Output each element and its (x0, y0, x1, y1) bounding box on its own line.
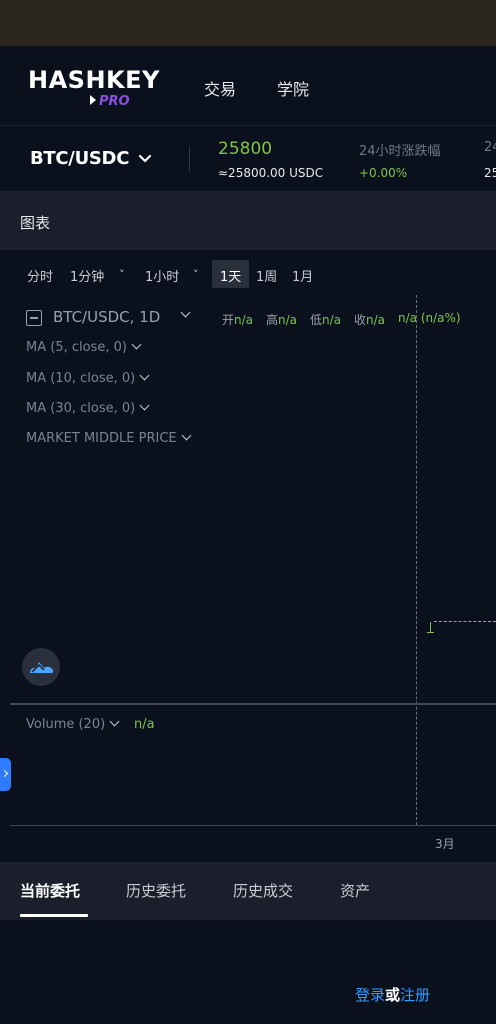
interval-time[interactable]: 分时 (27, 266, 53, 285)
ohlc-low-label: 低 (310, 313, 323, 327)
ohlc-close: 收n/a (354, 311, 385, 328)
ohlc-low: 低n/a (310, 311, 341, 328)
ticker-bar: BTC/USDC 25800 ≈25800.00 USDC 24小时涨跌幅 +0… (0, 126, 496, 192)
ohlc-change: n/a (n/a%) (398, 311, 461, 325)
ohlc-open-label: 开 (222, 313, 235, 327)
next-stat-label: 24 (484, 140, 496, 155)
ohlc-open: 开n/a (222, 311, 253, 328)
time-axis-line (10, 825, 496, 826)
nav-link-academy[interactable]: 学院 (277, 76, 309, 100)
pane-separator[interactable] (10, 703, 496, 705)
ohlc-close-label: 收 (354, 313, 367, 327)
volume-value: n/a (134, 717, 155, 732)
top-navigation: HASHKEY PRO 交易 学院 (0, 46, 496, 126)
tab-assets[interactable]: 资产 (340, 880, 370, 901)
chevron-down-icon[interactable]: ˅ (119, 268, 125, 281)
ohlc-high-label: 高 (266, 313, 279, 327)
play-triangle-icon (90, 95, 96, 105)
active-tab-indicator (20, 914, 88, 917)
last-price-usdc: ≈25800.00 USDC (218, 166, 324, 180)
logo-wordmark: HASHKEY (28, 66, 160, 94)
logo-sub: PRO (90, 94, 130, 109)
price-line-step (427, 632, 434, 633)
volume-legend[interactable]: Volume (20) (26, 716, 120, 732)
interval-minutes[interactable]: 1分钟 (70, 266, 104, 285)
register-link[interactable]: 注册 (400, 986, 430, 1004)
main-series-legend: BTC/USDC, 1D 开n/a 高n/a 低n/a 收n/a n/a (n/… (26, 307, 496, 330)
chevron-down-icon[interactable] (109, 716, 120, 727)
interval-day-label: 1天 (220, 270, 242, 285)
interval-toolbar: 分时 1分钟 ˅ 1小时 ˅ 1天 1周 1月 (0, 260, 496, 290)
price-line-step (430, 622, 434, 632)
tab-trade-history[interactable]: 历史成交 (233, 880, 293, 901)
series-symbol[interactable]: BTC/USDC, 1D (53, 308, 160, 326)
volume-legend-label: Volume (20) (26, 717, 106, 732)
indicator-ma10[interactable]: MA (10, close, 0) (26, 370, 150, 386)
cloud-chart-icon (30, 662, 54, 673)
indicator-ma10-label: MA (10, close, 0) (26, 371, 136, 386)
login-link[interactable]: 登录 (355, 986, 385, 1004)
tab-open-orders[interactable]: 当前委托 (20, 880, 80, 901)
ohlc-high: 高n/a (266, 311, 297, 328)
ohlc-close-value: n/a (366, 313, 386, 327)
interval-week[interactable]: 1周 (256, 266, 277, 285)
chevron-down-icon[interactable] (138, 152, 152, 166)
crosshair-vertical (416, 295, 417, 825)
chart-area[interactable]: 分时 1分钟 ˅ 1小时 ˅ 1天 1周 1月 BTC/USDC, 1D 开n/… (0, 250, 496, 860)
indicator-ma30[interactable]: MA (30, close, 0) (26, 400, 150, 416)
tradingview-logo-icon[interactable] (22, 648, 60, 686)
orders-body: 登录或注册 (0, 920, 496, 1024)
chevron-down-icon[interactable] (180, 307, 191, 318)
pair-selector[interactable]: BTC/USDC (30, 148, 129, 169)
chevron-right-icon[interactable] (0, 758, 11, 791)
next-stat-value: 25 (484, 166, 496, 180)
chevron-down-icon[interactable] (181, 430, 192, 441)
chevron-down-icon[interactable] (139, 370, 150, 381)
logo-sub-text: PRO (99, 94, 130, 109)
interval-month[interactable]: 1月 (292, 266, 313, 285)
ticker-divider (189, 146, 190, 172)
change-24h-label: 24小时涨跌幅 (359, 144, 441, 159)
tab-order-history[interactable]: 历史委托 (126, 880, 186, 901)
indicator-market-mid-label: MARKET MIDDLE PRICE (26, 431, 177, 446)
status-bar (0, 0, 496, 46)
ohlc-open-value: n/a (234, 313, 254, 327)
chevron-down-icon[interactable]: ˅ (193, 268, 199, 281)
time-axis-label: 3月 (435, 837, 455, 851)
indicator-ma5[interactable]: MA (5, close, 0) (26, 339, 142, 355)
nav-link-trade[interactable]: 交易 (204, 76, 236, 100)
or-text: 或 (385, 986, 401, 1004)
orders-tab-bar: 当前委托 历史委托 历史成交 资产 (0, 862, 496, 920)
last-price: 25800 (218, 139, 273, 159)
interval-hours[interactable]: 1小时 (145, 266, 179, 285)
chart-section-header: 图表 (0, 192, 496, 250)
collapse-minus-icon[interactable] (26, 310, 42, 326)
chevron-down-icon[interactable] (131, 339, 142, 350)
chart-section-title: 图表 (20, 214, 51, 232)
price-line (434, 621, 496, 622)
hashkey-pro-logo[interactable]: HASHKEY PRO (28, 66, 168, 112)
ohlc-change-value: n/a (n/a%) (398, 311, 461, 325)
interval-day-active[interactable]: 1天 (212, 260, 249, 288)
ohlc-high-value: n/a (278, 313, 298, 327)
chevron-down-icon[interactable] (139, 400, 150, 411)
change-24h-value: +0.00% (359, 166, 408, 180)
indicator-market-mid[interactable]: MARKET MIDDLE PRICE (26, 430, 192, 446)
login-prompt: 登录或注册 (355, 984, 430, 1005)
indicator-ma30-label: MA (30, close, 0) (26, 401, 136, 416)
indicator-ma5-label: MA (5, close, 0) (26, 340, 127, 355)
ohlc-low-value: n/a (322, 313, 342, 327)
